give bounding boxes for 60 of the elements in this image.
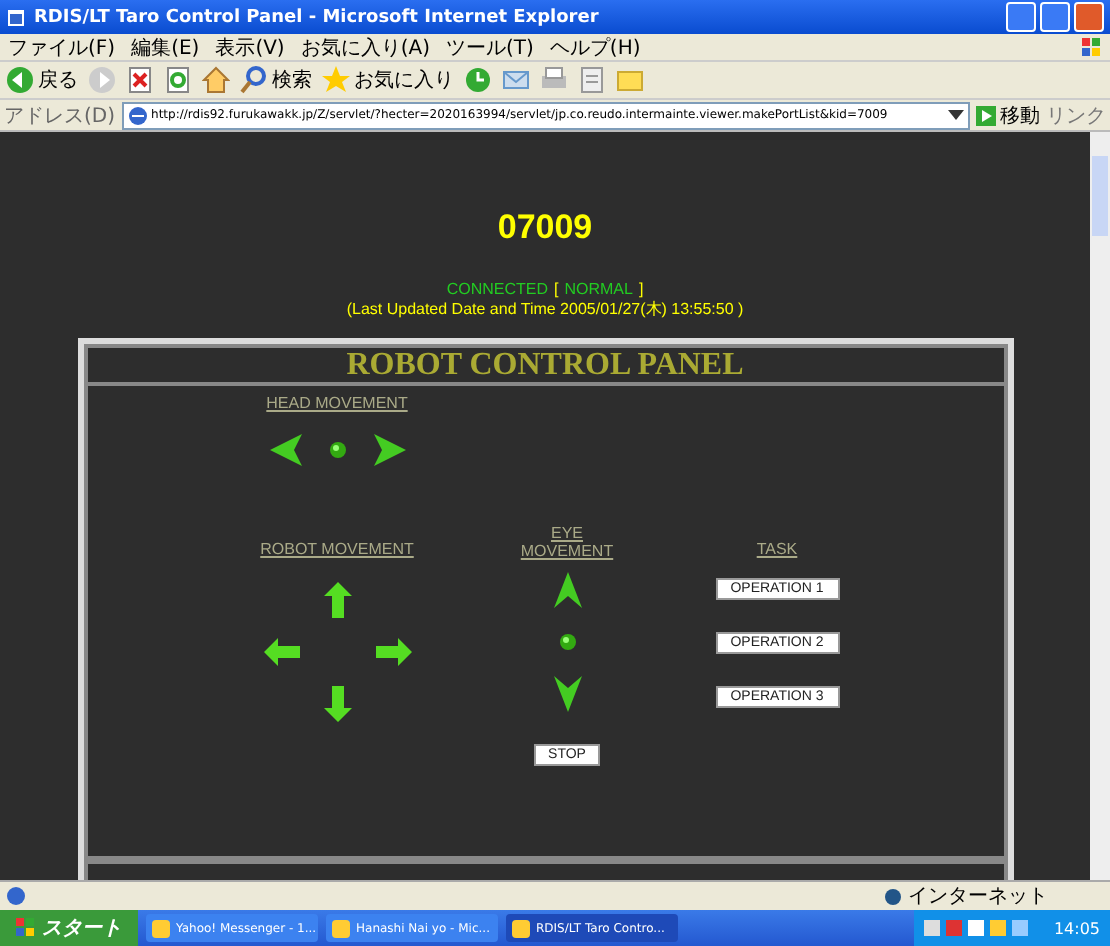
links-label[interactable]: リンク <box>1046 101 1106 129</box>
start-button[interactable]: スタート <box>0 910 138 946</box>
windows-logo-icon <box>1082 37 1102 57</box>
home-icon[interactable] <box>202 66 230 94</box>
right-arrow-icon[interactable] <box>375 638 411 666</box>
left-arrow-icon[interactable] <box>269 432 305 468</box>
stop-icon[interactable] <box>126 66 154 94</box>
close-button[interactable] <box>1074 2 1104 32</box>
scrollbar[interactable] <box>1090 132 1110 880</box>
menu-item[interactable]: ヘルプ(H) <box>549 33 641 61</box>
page-icon <box>6 886 26 906</box>
section-label: EYE MOVEMENT <box>518 524 616 560</box>
envelope-icon[interactable] <box>502 66 530 94</box>
address-label: アドレス(D) <box>4 103 116 129</box>
maximize-button[interactable] <box>1040 2 1070 32</box>
panel-title: ROBOT CONTROL PANEL <box>83 344 1007 386</box>
back-icon <box>6 66 34 94</box>
clock: 14:05 <box>1053 919 1100 937</box>
down-chevron-icon[interactable] <box>553 676 581 712</box>
minimize-button[interactable] <box>1006 2 1036 32</box>
right-arrow-icon[interactable] <box>369 432 405 468</box>
windows-logo-icon <box>16 918 36 938</box>
page-icon <box>127 105 148 125</box>
printer-icon[interactable] <box>540 66 568 94</box>
document-icon[interactable] <box>578 66 606 94</box>
last-updated-text: (Last Updated Date and Time 2005/01/27(木) 13:55:50 ) <box>346 298 744 320</box>
center-dot-icon[interactable] <box>557 632 577 652</box>
app-icon <box>332 919 350 937</box>
robot-id: 07009 <box>497 208 593 248</box>
window-title: RDIS/LT Taro Control Panel - Microsoft Internet Explorer <box>34 7 601 27</box>
section-label: HEAD MOVEMENT <box>266 394 408 412</box>
scrollbar-thumb[interactable] <box>1092 156 1108 236</box>
search-icon <box>240 66 268 94</box>
window-icon <box>6 7 26 27</box>
app-icon <box>152 919 170 937</box>
star-icon <box>322 66 350 94</box>
down-arrow-icon[interactable] <box>323 686 351 722</box>
zone-label: インターネット <box>908 884 1048 910</box>
clock-icon[interactable] <box>464 66 492 94</box>
up-chevron-icon[interactable] <box>553 572 581 608</box>
refresh-icon[interactable] <box>164 66 192 94</box>
section-label: TASK <box>756 540 798 558</box>
up-arrow-icon[interactable] <box>323 582 351 618</box>
globe-icon <box>884 887 902 905</box>
menu-item[interactable]: 編集(E) <box>131 33 200 61</box>
go-button[interactable]: 移動 <box>976 101 1040 129</box>
favorites-button[interactable]: お気に入り <box>322 66 454 94</box>
menu-item[interactable]: お気に入り(A) <box>300 33 430 61</box>
app-icon <box>512 919 530 937</box>
section-label: ROBOT MOVEMENT <box>260 540 414 558</box>
center-dot-icon[interactable] <box>327 440 347 460</box>
menu-item[interactable]: ツール(T) <box>446 33 534 61</box>
go-arrow-icon <box>976 105 996 125</box>
dropdown-caret-icon <box>948 109 964 121</box>
menu-item[interactable]: ファイル(F) <box>8 33 116 61</box>
search-button[interactable]: 検索 <box>240 66 312 94</box>
left-arrow-icon[interactable] <box>263 638 299 666</box>
back-button[interactable]: 戻る <box>6 66 78 94</box>
menu-item[interactable]: 表示(V) <box>215 33 285 61</box>
connection-status: CONNECTED [ NORMAL ] <box>446 280 644 298</box>
